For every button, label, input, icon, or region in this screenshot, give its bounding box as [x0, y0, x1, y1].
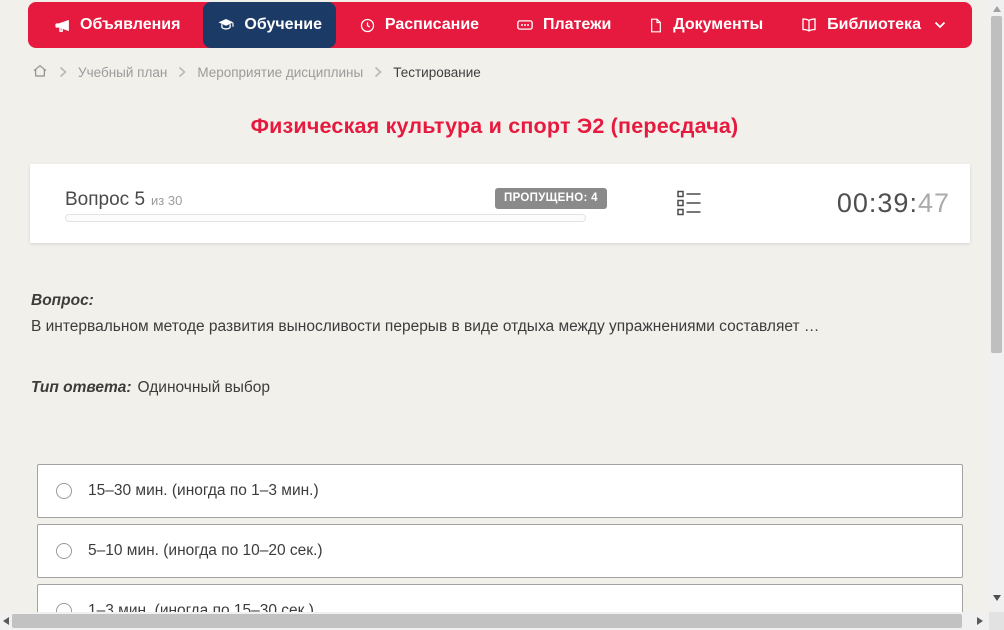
- skipped-badge: ПРОПУЩЕНО: 4: [495, 188, 607, 209]
- question-header-card: Вопрос 5 из 30 ПРОПУЩЕНО: 4 00:39:47: [30, 164, 970, 243]
- timer-seconds: 47: [917, 188, 950, 218]
- page-title: Физическая культура и спорт Э2 (пересдач…: [250, 114, 739, 138]
- scroll-right-arrow-icon[interactable]: [977, 617, 983, 625]
- chevron-right-icon: [374, 66, 382, 78]
- question-list-icon: [675, 188, 703, 223]
- horizontal-scrollbar-thumb[interactable]: [12, 614, 962, 628]
- question-number: Вопрос 5 из 30: [65, 189, 182, 211]
- horizontal-scrollbar[interactable]: [0, 612, 989, 630]
- answer-type-value: Одиночный выбор: [137, 379, 271, 396]
- document-icon: [648, 17, 664, 34]
- chevron-down-icon: [934, 21, 946, 29]
- banknote-icon: [516, 16, 534, 34]
- answer-option-label: 15–30 мин. (иногда по 1–3 мин.): [88, 482, 319, 499]
- nav-item-label: Документы: [673, 16, 764, 33]
- chevron-right-icon: [178, 66, 187, 78]
- megaphone-icon: [54, 17, 71, 34]
- answer-type-label: Тип ответа:: [31, 379, 132, 396]
- nav-item-schedule[interactable]: Расписание: [345, 2, 493, 48]
- nav-item-label: Библиотека: [827, 16, 921, 33]
- answer-option-1[interactable]: 15–30 мин. (иногда по 1–3 мин.): [37, 464, 963, 518]
- home-icon[interactable]: [32, 63, 48, 82]
- question-text: В интервальном методе развития выносливо…: [31, 318, 820, 335]
- clock-icon: [359, 17, 376, 34]
- question-of-total: из 30: [151, 193, 183, 208]
- timer: 00:39:47: [837, 188, 950, 219]
- breadcrumb-testing: Тестирование: [393, 64, 481, 80]
- breadcrumb-study-plan[interactable]: Учебный план: [78, 65, 167, 80]
- nav-item-label: Обучение: [244, 16, 322, 33]
- quiz-page: Объявления Обучение Расписание Платежи Д…: [0, 0, 1004, 630]
- radio-button[interactable]: [56, 483, 72, 499]
- scroll-left-arrow-icon[interactable]: [3, 617, 9, 625]
- nav-item-documents[interactable]: Документы: [634, 2, 777, 48]
- nav-item-announcements[interactable]: Объявления: [40, 2, 194, 48]
- chevron-right-icon: [59, 66, 67, 78]
- scroll-up-arrow-icon[interactable]: [993, 6, 1001, 12]
- vertical-scrollbar-thumb[interactable]: [991, 16, 1002, 353]
- answer-options: 15–30 мин. (иногда по 1–3 мин.) 5–10 мин…: [37, 464, 963, 630]
- question-progress-bar: [65, 214, 586, 222]
- nav-item-label: Объявления: [80, 16, 181, 33]
- timer-main: 00:39:: [836, 188, 918, 218]
- scrollbar-corner: [989, 612, 1004, 630]
- nav-item-payments[interactable]: Платежи: [502, 2, 625, 48]
- breadcrumb-discipline-event[interactable]: Мероприятие дисциплины: [197, 65, 363, 80]
- answer-type-row: Тип ответа: Одиночный выбор: [31, 379, 270, 397]
- book-icon: [800, 16, 818, 34]
- answer-option-2[interactable]: 5–10 мин. (иногда по 10–20 сек.): [37, 524, 963, 578]
- question-list-button[interactable]: [672, 188, 706, 222]
- nav-item-label: Платежи: [543, 16, 612, 33]
- scroll-down-arrow-icon[interactable]: [993, 595, 1001, 601]
- main-navbar: Объявления Обучение Расписание Платежи Д…: [28, 2, 972, 48]
- breadcrumb: Учебный план Мероприятие дисциплины Тест…: [32, 61, 481, 83]
- nav-item-learning[interactable]: Обучение: [203, 2, 336, 48]
- nav-item-library[interactable]: Библиотека: [786, 2, 960, 48]
- nav-item-label: Расписание: [384, 16, 480, 33]
- answer-option-label: 5–10 мин. (иногда по 10–20 сек.): [88, 542, 323, 559]
- radio-button[interactable]: [56, 543, 72, 559]
- vertical-scrollbar[interactable]: [989, 0, 1004, 612]
- question-heading: Вопрос:: [31, 292, 94, 309]
- question-number-label: Вопрос 5: [65, 189, 146, 210]
- graduation-cap-icon: [217, 16, 235, 34]
